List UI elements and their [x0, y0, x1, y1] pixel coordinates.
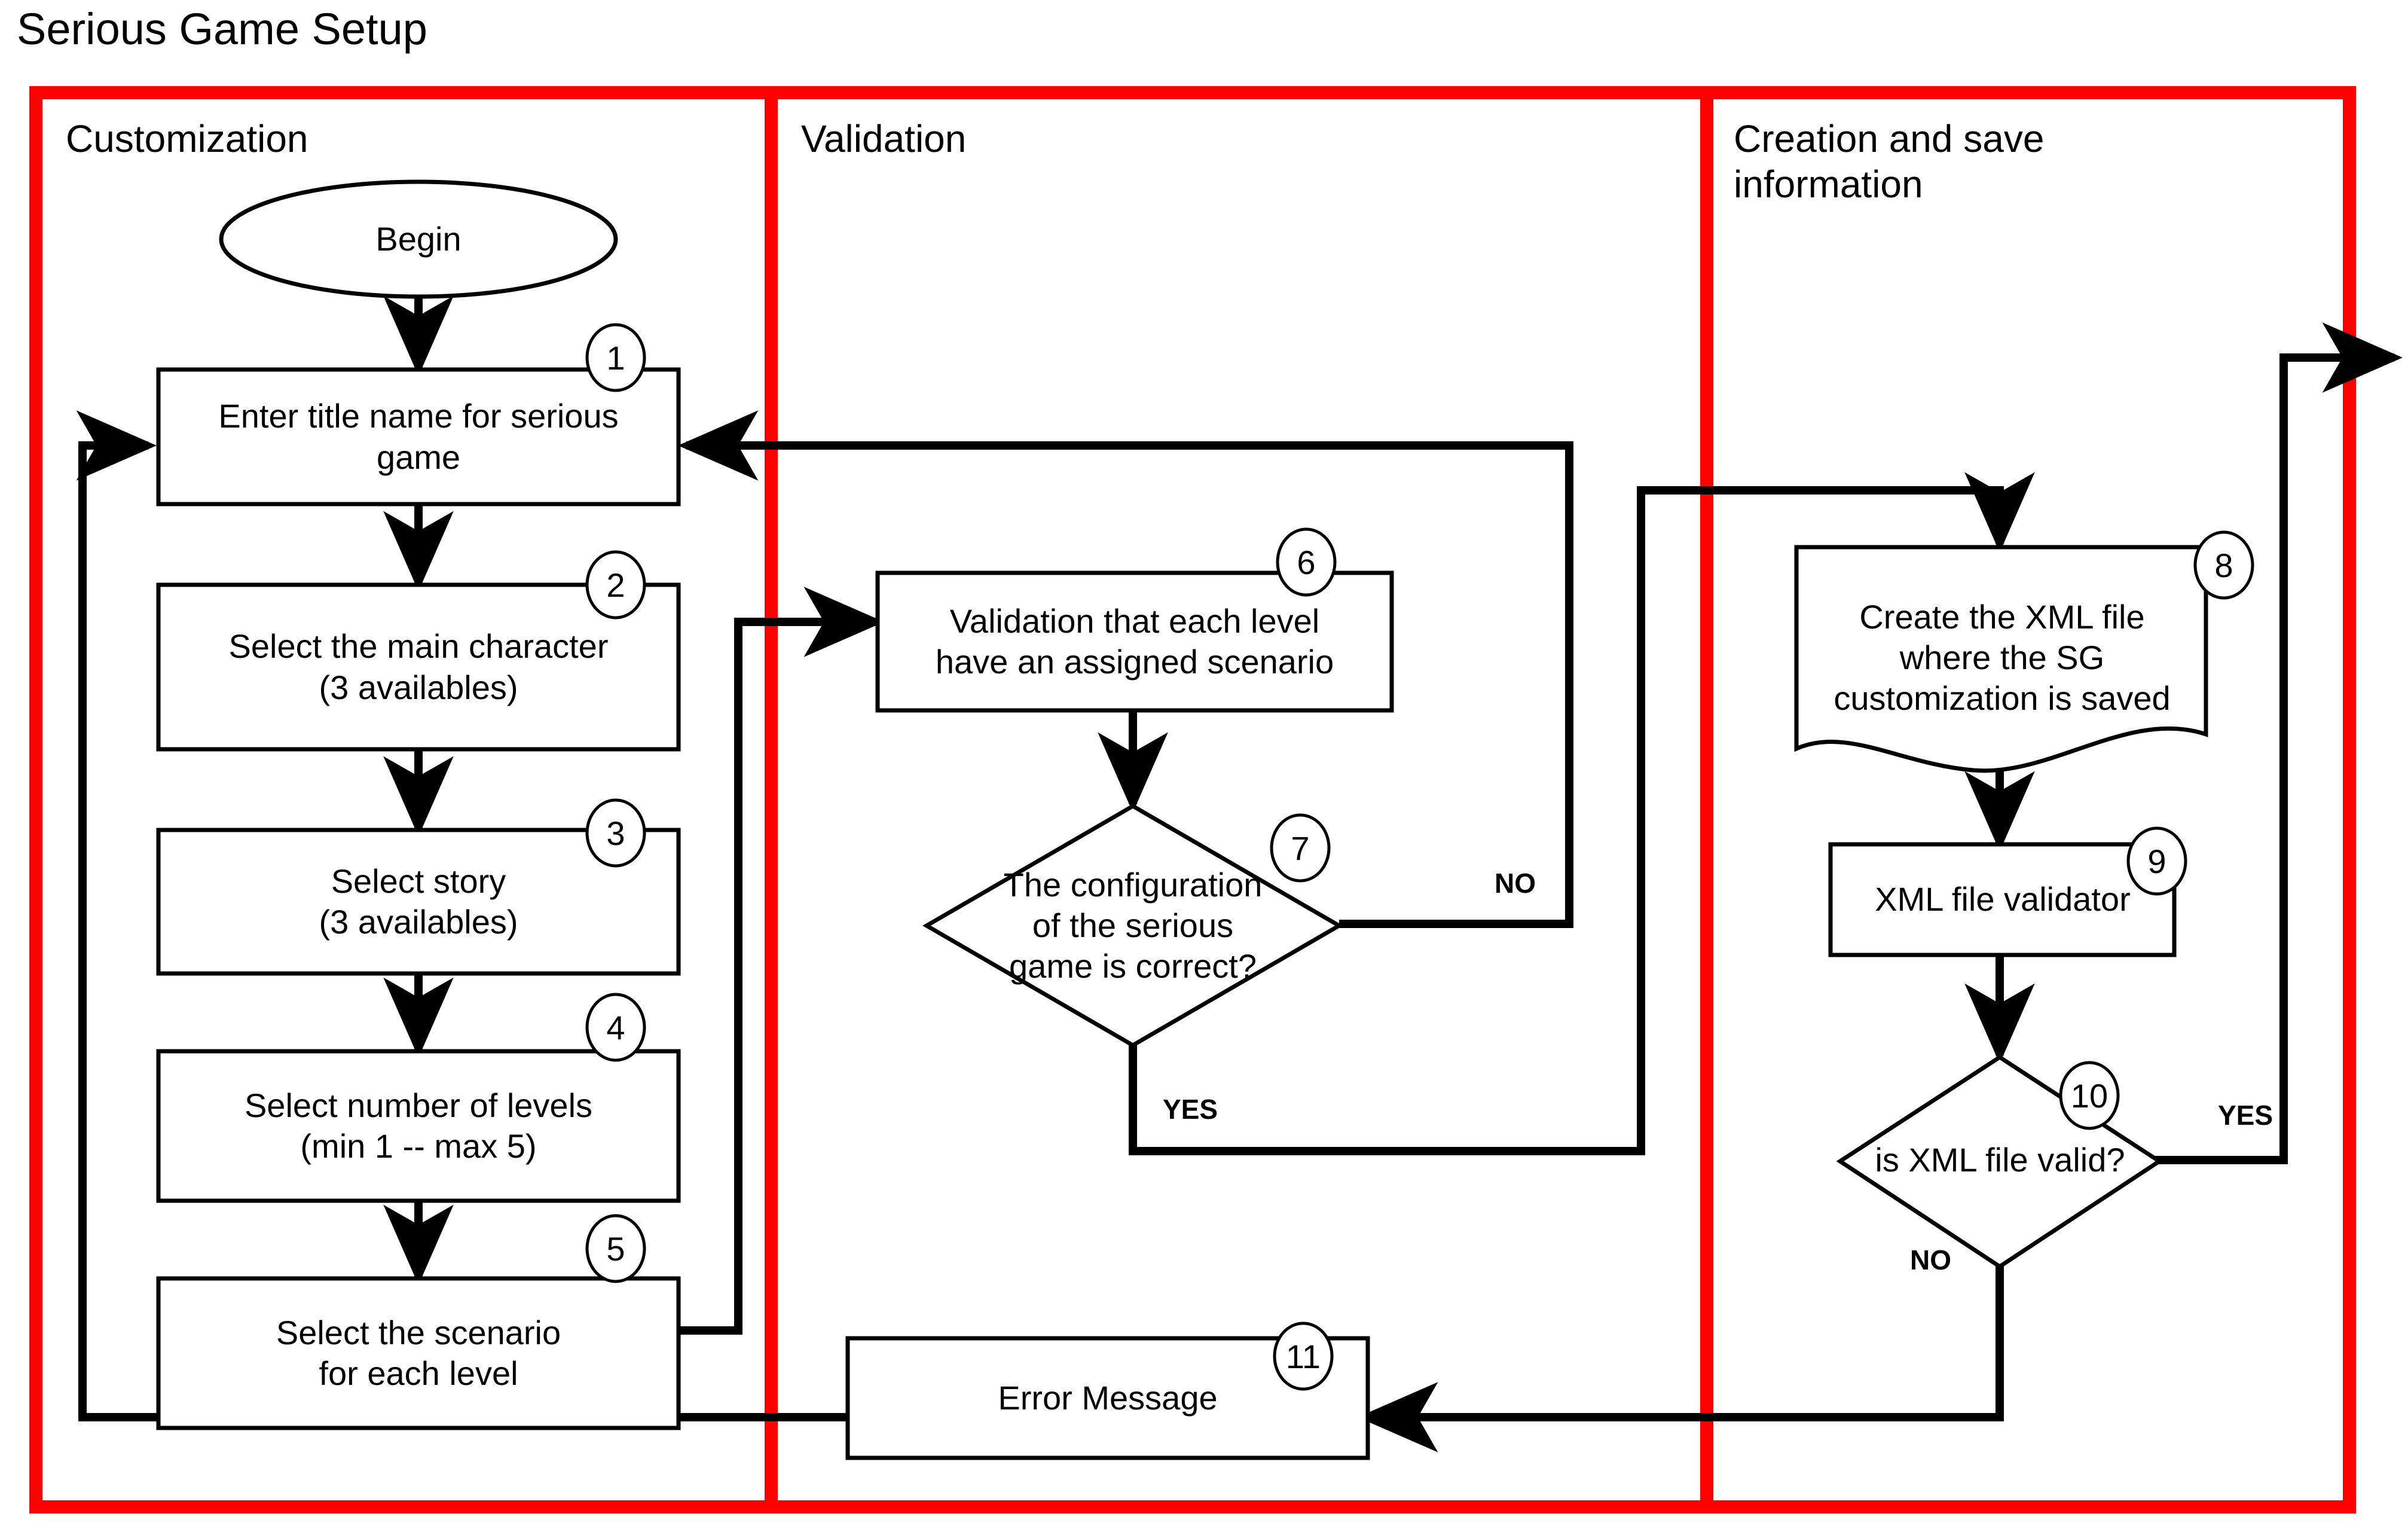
edge-label-n10-yes: YES — [2218, 1100, 2273, 1131]
node-n4-shape[interactable] — [156, 1049, 681, 1203]
node-tag-3: 3 — [606, 814, 625, 852]
edge-label-n7-yes: YES — [1163, 1094, 1218, 1125]
edge-n10-no-n11 — [1358, 1211, 2004, 1452]
node-tag-11: 11 — [1285, 1337, 1321, 1375]
swimlane-title-creation: Creation and save information — [1734, 117, 2045, 206]
node-begin-shape[interactable] — [219, 179, 618, 299]
node-tag-10: 10 — [2070, 1076, 2108, 1115]
node-tag-7: 7 — [1291, 829, 1310, 867]
edge-label-n10-no: NO — [1910, 1244, 1951, 1275]
node-tag-6: 6 — [1297, 543, 1316, 581]
edge-label-n7-no: NO — [1495, 868, 1536, 899]
node-tag-8: 8 — [2214, 546, 2233, 584]
node-tag-9: 9 — [2147, 842, 2166, 880]
node-tag-1: 1 — [606, 338, 625, 377]
node-shapes — [156, 179, 2208, 1460]
node-tag-4: 4 — [606, 1008, 625, 1046]
swimlane-title-customization: Customization — [66, 117, 308, 160]
swimlane-title-validation: Validation — [801, 117, 967, 160]
diagram-graphics — [29, 86, 2403, 1513]
node-n8-shape[interactable] — [1794, 545, 2208, 773]
node-tag-5: 5 — [606, 1229, 625, 1268]
node-n9-shape[interactable] — [1828, 842, 2177, 957]
node-tag-2: 2 — [606, 566, 625, 604]
flowchart-canvas: Serious Game Setup Customization Validat… — [0, 0, 2408, 1532]
node-n5-shape[interactable] — [156, 1276, 681, 1430]
